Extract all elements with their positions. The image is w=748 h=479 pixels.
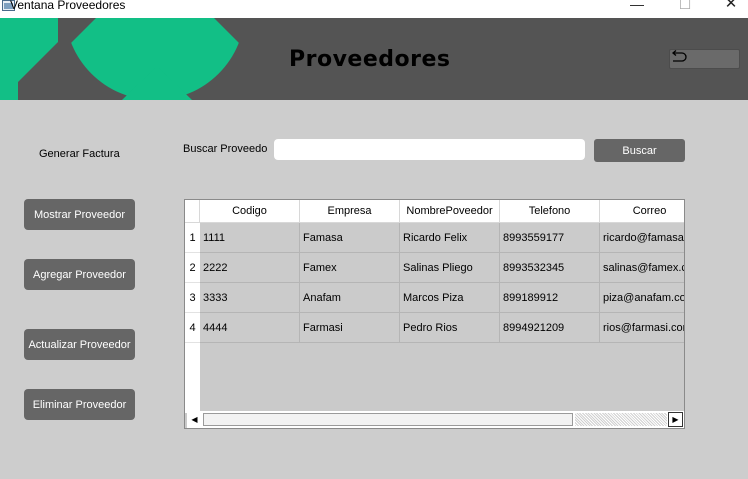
table-cell[interactable]: Ricardo Felix [400, 223, 500, 253]
table-cell[interactable]: piza@anafam.com [600, 283, 684, 313]
actualizar-proveedor-button[interactable]: Actualizar Proveedor [24, 329, 135, 360]
search-button[interactable]: Buscar [594, 139, 685, 162]
row-header[interactable]: 3 [185, 283, 200, 313]
scrollbar-thumb[interactable] [203, 413, 573, 426]
row-header[interactable]: 1 [185, 223, 200, 253]
minimize-button[interactable]: — [614, 0, 660, 15]
table-cell[interactable]: 8993532345 [500, 253, 600, 283]
row-header-gutter [185, 343, 200, 413]
undo-arrow-icon [671, 50, 687, 62]
table-cell[interactable]: 4444 [200, 313, 300, 343]
scroll-left-icon[interactable]: ◀ [187, 412, 202, 427]
table-cell[interactable]: 3333 [200, 283, 300, 313]
table-cell[interactable]: 8993559177 [500, 223, 600, 253]
close-button[interactable]: ✕ [708, 0, 748, 15]
table-cell[interactable]: Anafam [300, 283, 400, 313]
horizontal-scrollbar[interactable]: ◀ ▶ [187, 411, 684, 428]
table-cell[interactable]: Salinas Pliego [400, 253, 500, 283]
scroll-right-icon[interactable]: ▶ [668, 412, 683, 427]
mostrar-proveedor-button[interactable]: Mostrar Proveedor [24, 199, 135, 230]
column-header-nombre[interactable]: NombrePoveedor [400, 200, 500, 223]
table-cell[interactable]: Marcos Piza [400, 283, 500, 313]
column-header-empresa[interactable]: Empresa [300, 200, 400, 223]
window-title: Ventana Proveedores [10, 0, 126, 12]
table-cell[interactable]: salinas@famex.com [600, 253, 684, 283]
table-cell[interactable]: Pedro Rios [400, 313, 500, 343]
table-cell[interactable]: ricardo@famasa.com [600, 223, 684, 253]
scrollbar-track[interactable] [575, 413, 667, 426]
row-header[interactable]: 2 [185, 253, 200, 283]
back-button[interactable] [669, 49, 740, 69]
table-cell[interactable]: 2222 [200, 253, 300, 283]
table-cell[interactable]: rios@farmasi.com [600, 313, 684, 343]
generar-factura-label[interactable]: Generar Factura [39, 148, 120, 160]
table-cell[interactable]: 1111 [200, 223, 300, 253]
table-cell[interactable]: Farmasi [300, 313, 400, 343]
eliminar-proveedor-button[interactable]: Eliminar Proveedor [24, 389, 135, 420]
agregar-proveedor-button[interactable]: Agregar Proveedor [24, 259, 135, 290]
maximize-button[interactable]: ☐ [662, 0, 708, 15]
table-cell[interactable]: 899189912 [500, 283, 600, 313]
column-header-codigo[interactable]: Codigo [200, 200, 300, 223]
search-input[interactable] [274, 139, 585, 160]
row-header[interactable]: 4 [185, 313, 200, 343]
header-banner: Proveedores [0, 18, 748, 100]
table-cell[interactable]: Famasa [300, 223, 400, 253]
providers-table[interactable]: Codigo Empresa NombrePoveedor Telefono C… [184, 199, 685, 429]
table-cell[interactable]: Famex [300, 253, 400, 283]
column-header-correo[interactable]: Correo [600, 200, 684, 223]
column-header-telefono[interactable]: Telefono [500, 200, 600, 223]
page-title: Proveedores [289, 47, 451, 72]
window-titlebar: Ventana Proveedores — ☐ ✕ [0, 0, 748, 18]
search-label: Buscar Proveedo [183, 143, 268, 155]
table-corner[interactable] [185, 200, 200, 223]
table-cell[interactable]: 8994921209 [500, 313, 600, 343]
